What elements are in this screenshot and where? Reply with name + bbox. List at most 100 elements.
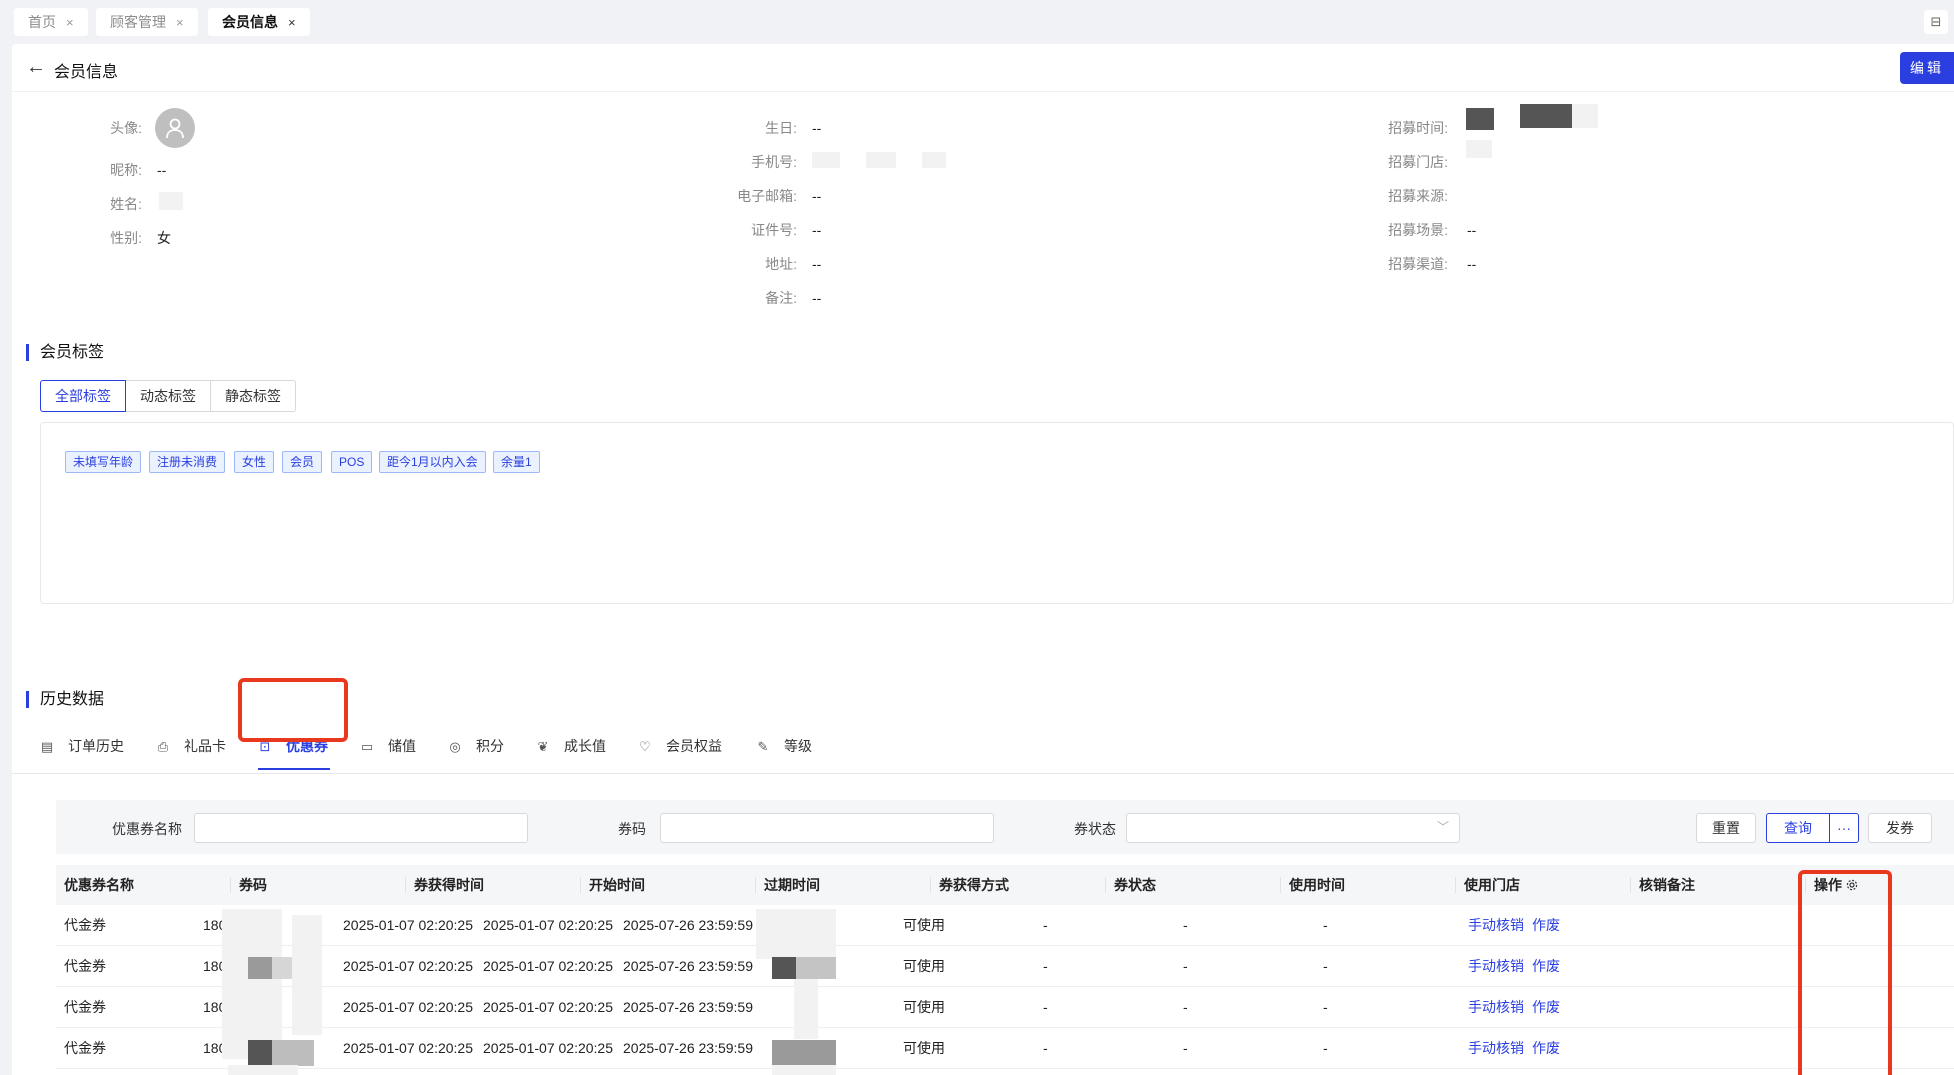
recruit-time-redacted [1520, 104, 1572, 128]
query-button[interactable]: 查询 [1766, 813, 1830, 843]
toolbox-icon[interactable]: ⊟ [1924, 10, 1948, 34]
recruit-channel-row: 招募渠道: [12, 254, 1448, 274]
column-header: 券码 [239, 877, 267, 893]
code-redacted [222, 909, 282, 1059]
tag-chip: 会员 [282, 451, 323, 473]
column-header: 使用时间 [1289, 877, 1345, 893]
coupon-filter-bar: 优惠券名称 券码 券状态 ﹀ 重置 查询 ··· 发券 [56, 800, 1954, 854]
void-link[interactable]: 作废 [1532, 1069, 1560, 1075]
recruit-scene-label: 招募场景: [1388, 222, 1448, 238]
tab-growth-value[interactable]: ❦ 成长值 [536, 730, 606, 774]
cell-name: 代金券 [64, 1069, 106, 1075]
tab-order-history[interactable]: ▤ 订单历史 [40, 730, 124, 774]
cell-name: 代金券 [64, 917, 106, 933]
cell-expire: 2025-07-26 23:59:59 [623, 958, 753, 974]
highlight-box-action-column [1798, 870, 1892, 1075]
tab-member-info[interactable]: 会员信息 × [208, 8, 310, 36]
cell-obtained: 2025-01-07 02:20:25 [343, 1069, 473, 1075]
remark-value: -- [812, 290, 822, 306]
tab-stored-value[interactable]: ▭ 储值 [360, 730, 416, 774]
cell-status: 可使用 [903, 1040, 945, 1056]
more-button[interactable]: ··· [1829, 813, 1859, 843]
manual-redeem-link[interactable]: 手动核销 [1468, 1028, 1524, 1069]
member-info-card: ← 会员信息 编辑 头像: 昵称: -- 姓名: 性别: 女 生日: -- 手机… [12, 44, 1954, 1075]
code-redacted [248, 1040, 272, 1066]
tab-gift-card[interactable]: ⎙ 礼品卡 [156, 730, 226, 774]
gift-card-icon: ⎙ [157, 739, 169, 754]
manual-redeem-link[interactable]: 手动核销 [1468, 946, 1524, 987]
tab-points[interactable]: ◎ 积分 [448, 730, 504, 774]
cell-used-store: - [1183, 999, 1188, 1015]
coupon-name-input[interactable] [194, 813, 528, 843]
points-icon: ◎ [449, 739, 461, 754]
cell-expire: 2025-07-26 23:59:59 [623, 1040, 753, 1056]
close-icon[interactable]: × [66, 15, 74, 30]
tab-all-tags[interactable]: 全部标签 [40, 380, 126, 412]
close-icon[interactable]: × [288, 15, 296, 30]
recruit-channel-value: -- [1467, 256, 1477, 272]
cell-expire: 2025-07-26 23:59:59 [623, 917, 753, 933]
column-divider [1630, 877, 1631, 893]
receipt-icon: ▤ [40, 739, 54, 754]
cell-start: 2025-01-07 02:20:25 [483, 917, 613, 933]
cell-name: 代金券 [64, 958, 106, 974]
coupon-code-input[interactable] [660, 813, 994, 843]
cell-start: 2025-01-07 02:20:25 [483, 999, 613, 1015]
tag-chip: 女性 [234, 451, 275, 473]
column-header: 使用门店 [1464, 877, 1520, 893]
tab-customer-management[interactable]: 顾客管理 × [96, 8, 198, 36]
cell-remark: - [1323, 1069, 1328, 1075]
column-header: 过期时间 [764, 877, 820, 893]
recruit-source-row: 招募来源: [12, 186, 1448, 206]
code-redacted [228, 1065, 298, 1075]
recruit-scene-value: -- [1467, 222, 1477, 238]
active-tab-underline [258, 768, 330, 770]
cell-status: 可使用 [903, 917, 945, 933]
badge-icon: ♡ [639, 739, 651, 754]
chevron-down-icon: ﹀ [1436, 820, 1449, 834]
issue-coupon-button[interactable]: 发券 [1868, 813, 1932, 843]
page-header: ← 会员信息 编辑 [12, 44, 1954, 92]
tag-chip: 注册未消费 [149, 451, 226, 473]
close-icon[interactable]: × [176, 15, 184, 30]
edit-button[interactable]: 编辑 [1900, 52, 1954, 84]
recruit-time-redacted [1572, 104, 1598, 128]
coupon-code-label: 券码 [618, 821, 646, 837]
void-link[interactable]: 作废 [1532, 946, 1560, 987]
tab-member-benefits[interactable]: ♡ 会员权益 [638, 730, 722, 774]
cell-used-time: - [1043, 1040, 1048, 1056]
back-arrow-icon[interactable]: ← [26, 56, 46, 78]
method-redacted [796, 957, 836, 979]
recruit-scene-row: 招募场景: [12, 220, 1448, 240]
column-header: 券获得方式 [939, 877, 1009, 893]
column-divider [230, 877, 231, 893]
manual-redeem-link[interactable]: 手动核销 [1468, 1069, 1524, 1075]
column-divider [405, 877, 406, 893]
tab-home[interactable]: 首页 × [14, 8, 88, 36]
cell-expire: 2025-07-26 23:59:59 [623, 999, 753, 1015]
table-header: 优惠券名称 券码 券获得时间 开始时间 过期时间 券获得方式 券状态 使用时间 … [56, 865, 1954, 905]
cell-used-time: - [1043, 1069, 1048, 1075]
manual-redeem-link[interactable]: 手动核销 [1468, 987, 1524, 1028]
reset-button[interactable]: 重置 [1696, 813, 1756, 843]
status-select[interactable]: ﹀ [1126, 813, 1460, 843]
wallet-icon: ▭ [360, 739, 374, 754]
void-link[interactable]: 作废 [1532, 905, 1560, 946]
cell-used-time: - [1043, 999, 1048, 1015]
tab-static-tags[interactable]: 静态标签 [210, 380, 296, 412]
column-header: 券状态 [1114, 877, 1156, 893]
cell-remark: - [1323, 917, 1328, 933]
code-redacted [292, 915, 322, 1035]
tag-chip: 未填写年龄 [65, 451, 142, 473]
void-link[interactable]: 作废 [1532, 987, 1560, 1028]
cell-start: 2025-01-07 02:20:25 [483, 958, 613, 974]
tab-label: 顾客管理 [110, 14, 166, 30]
recruit-channel-label: 招募渠道: [1388, 256, 1448, 272]
tab-label: 首页 [28, 14, 56, 30]
tab-dynamic-tags[interactable]: 动态标签 [125, 380, 211, 412]
cell-used-store: - [1183, 1069, 1188, 1075]
tab-level[interactable]: ✎ 等级 [756, 730, 812, 774]
manual-redeem-link[interactable]: 手动核销 [1468, 905, 1524, 946]
column-divider [1455, 877, 1456, 893]
void-link[interactable]: 作废 [1532, 1028, 1560, 1069]
